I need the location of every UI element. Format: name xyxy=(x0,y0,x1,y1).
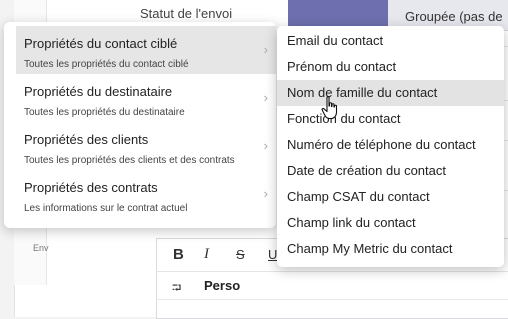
bold-button[interactable]: B xyxy=(173,246,184,263)
tab-send-status[interactable]: Statut de l'envoi xyxy=(140,6,232,21)
submenu-item-label: Date de création du contact xyxy=(287,163,446,178)
submenu-item[interactable]: Numéro de téléphone du contact xyxy=(277,132,504,158)
submenu-item[interactable]: Prénom du contact xyxy=(277,54,504,80)
submenu-item-label: Champ My Metric du contact xyxy=(287,241,453,256)
submenu-item[interactable]: Email du contact xyxy=(277,28,504,54)
strikethrough-button[interactable]: S xyxy=(236,247,245,262)
submenu-item[interactable]: Champ CSAT du contact xyxy=(277,184,504,210)
category-title: Propriétés des clients xyxy=(24,132,149,147)
underline-button[interactable]: U xyxy=(268,247,277,262)
italic-button[interactable]: I xyxy=(204,246,209,263)
category-item[interactable]: Propriétés du destinataire Toutes les pro… xyxy=(16,74,276,122)
category-subtitle: Toutes les propriétés du destinataire xyxy=(24,107,185,118)
category-item[interactable]: Propriétés du contact ciblé Toutes les pr… xyxy=(16,26,276,74)
env-label: Env xyxy=(33,243,49,253)
submenu-item-label: Numéro de téléphone du contact xyxy=(287,137,476,152)
submenu-item[interactable]: Date de création du contact xyxy=(277,158,504,184)
submenu-item-label: Email du contact xyxy=(287,33,384,48)
category-item[interactable]: Propriétés des clients Toutes les proprié… xyxy=(16,122,276,170)
contact-property-submenu: Email du contact Prénom du contact Nom de … xyxy=(277,26,504,267)
chevron-right-icon: › xyxy=(263,186,268,201)
personalize-button[interactable]: Perso xyxy=(204,278,240,293)
category-subtitle: Les informations sur le contrat actuel xyxy=(24,203,188,214)
submenu-item-label: Nom de famille du contact xyxy=(287,85,438,100)
submenu-item[interactable]: Nom de famille du contact xyxy=(277,80,504,106)
property-category-menu: Propriétés du contact ciblé Toutes les pr… xyxy=(4,22,276,228)
submenu-item-label: Fonction du contact xyxy=(287,111,401,126)
chevron-right-icon: › xyxy=(263,90,268,105)
editor-toolbar-divider xyxy=(156,271,508,272)
category-title: Propriétés des contrats xyxy=(24,180,158,195)
submenu-item-label: Champ link du contact xyxy=(287,215,416,230)
editor-divider xyxy=(156,299,508,300)
submenu-item[interactable]: Fonction du contact xyxy=(277,106,504,132)
category-subtitle: Toutes les propriétés des clients et des… xyxy=(24,155,235,166)
submenu-item[interactable]: Champ My Metric du contact xyxy=(277,236,504,262)
submenu-item-label: Champ CSAT du contact xyxy=(287,189,430,204)
submenu-item-label: Prénom du contact xyxy=(287,59,397,74)
submenu-item[interactable]: Champ link du contact xyxy=(277,210,504,236)
chevron-right-icon: › xyxy=(263,138,268,153)
wrap-text-icon[interactable]: ⮒ xyxy=(172,279,181,300)
category-subtitle: Toutes les propriétés du contact ciblé xyxy=(24,59,189,70)
category-title: Propriétés du contact ciblé xyxy=(24,36,178,51)
hand-pointer-icon xyxy=(321,96,338,120)
chevron-right-icon: › xyxy=(263,42,268,57)
category-title: Propriétés du destinataire xyxy=(24,84,173,99)
tab-grouped-label: Groupée (pas de xyxy=(405,9,503,24)
category-item[interactable]: Propriétés des contrats Les informations … xyxy=(16,170,276,218)
